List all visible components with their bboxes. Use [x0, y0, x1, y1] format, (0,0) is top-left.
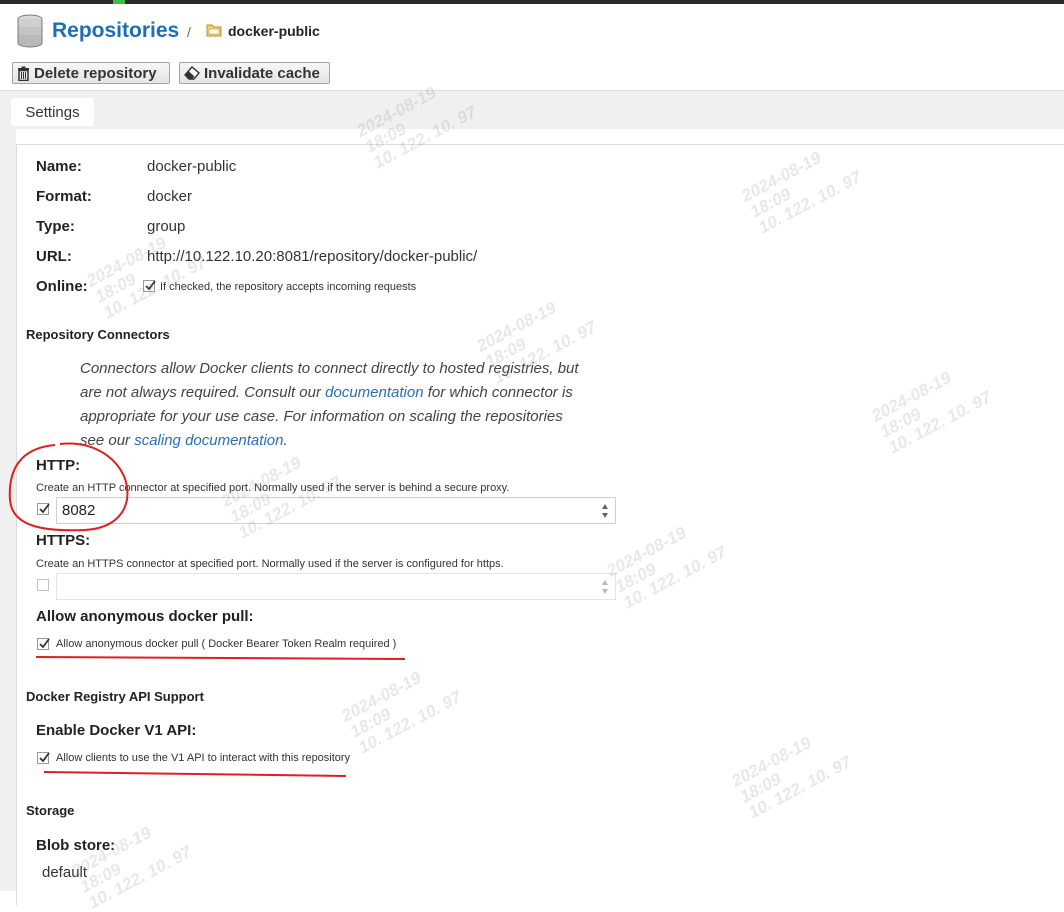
api-section-title: Docker Registry API Support — [26, 689, 204, 704]
invalidate-cache-button[interactable]: Invalidate cache — [179, 62, 330, 84]
tab-strip: Settings — [0, 90, 1064, 129]
spinner-icon[interactable] — [601, 503, 609, 519]
check-icon — [39, 638, 50, 649]
anonymous-pull-label: Allow anonymous docker pull: — [36, 608, 254, 625]
online-label: Online: — [36, 278, 88, 295]
https-port-input[interactable] — [56, 573, 616, 600]
https-help: Create an HTTPS connector at specified p… — [36, 558, 504, 570]
connectors-description: Connectors allow Docker clients to conne… — [80, 357, 580, 453]
invalidate-cache-label: Invalidate cache — [204, 64, 320, 82]
http-port-input[interactable]: 8082 — [56, 497, 616, 524]
online-checkbox[interactable] — [143, 280, 156, 292]
anonymous-pull-checkbox[interactable] — [37, 638, 50, 650]
scaling-documentation-link[interactable]: scaling documentation — [134, 432, 283, 449]
check-icon — [39, 503, 50, 514]
database-icon — [17, 14, 43, 48]
http-help: Create an HTTP connector at specified po… — [36, 482, 510, 494]
header: Repositories / docker-public — [0, 4, 1064, 58]
url-value: http://10.122.10.20:8081/repository/dock… — [147, 248, 478, 265]
https-label: HTTPS: — [36, 532, 91, 549]
breadcrumb-current: docker-public — [228, 23, 320, 39]
eraser-icon — [184, 66, 200, 80]
format-label: Format: — [36, 188, 92, 205]
type-value: group — [147, 218, 186, 235]
url-label: URL: — [36, 248, 72, 265]
blob-store-value: default — [42, 864, 88, 881]
documentation-link[interactable]: documentation — [325, 384, 423, 401]
http-port-value: 8082 — [62, 502, 96, 519]
name-label: Name: — [36, 158, 82, 175]
toolbar: Delete repository Invalidate cache — [0, 58, 1064, 90]
check-icon — [145, 280, 156, 291]
left-gutter — [0, 128, 16, 891]
check-icon — [39, 752, 50, 763]
blob-store-label: Blob store: — [36, 837, 116, 854]
http-checkbox[interactable] — [37, 503, 50, 515]
breadcrumb-repositories[interactable]: Repositories — [52, 19, 179, 43]
anonymous-pull-help: Allow anonymous docker pull ( Docker Bea… — [56, 638, 397, 650]
delete-repository-label: Delete repository — [34, 64, 157, 82]
format-value: docker — [147, 188, 193, 205]
folder-icon — [206, 24, 222, 37]
online-help: If checked, the repository accepts incom… — [160, 281, 417, 293]
tab-settings[interactable]: Settings — [11, 98, 94, 126]
v1-api-checkbox[interactable] — [37, 752, 50, 764]
spinner-icon[interactable] — [601, 579, 609, 595]
name-value: docker-public — [147, 158, 237, 175]
connectors-section-title: Repository Connectors — [26, 327, 170, 342]
http-label: HTTP: — [36, 457, 81, 474]
connectors-text-3: . — [283, 432, 288, 449]
type-label: Type: — [36, 218, 75, 235]
delete-repository-button[interactable]: Delete repository — [12, 62, 170, 84]
breadcrumb-separator: / — [187, 24, 191, 40]
v1-api-label: Enable Docker V1 API: — [36, 722, 197, 739]
https-checkbox[interactable] — [37, 579, 49, 591]
trash-icon — [18, 66, 29, 81]
storage-section-title: Storage — [26, 803, 75, 818]
v1-api-help: Allow clients to use the V1 API to inter… — [56, 752, 351, 764]
